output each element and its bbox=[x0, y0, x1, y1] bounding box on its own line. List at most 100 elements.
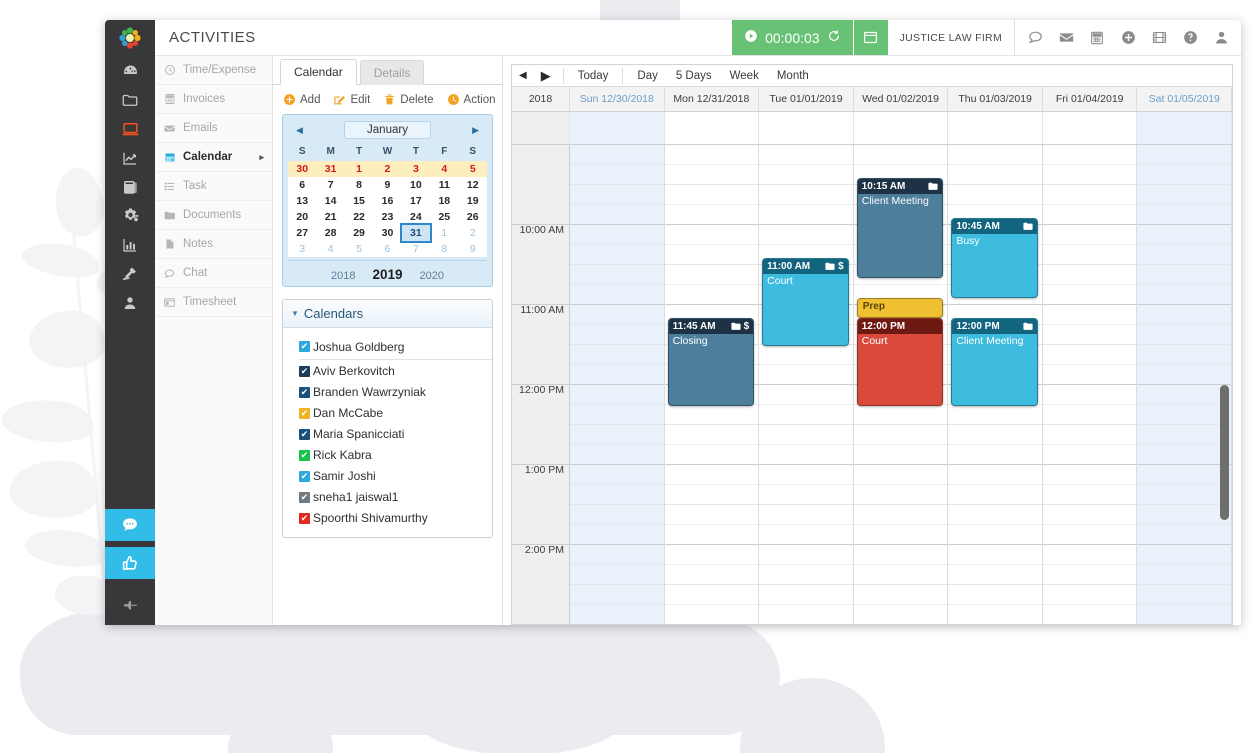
quarter-slot[interactable] bbox=[1042, 245, 1137, 266]
quarter-slot[interactable] bbox=[759, 605, 853, 624]
quarter-slot[interactable] bbox=[1137, 585, 1232, 606]
calendar-event[interactable]: 12:00 PM Court bbox=[856, 318, 944, 407]
dashboard-icon[interactable] bbox=[105, 56, 155, 85]
calendar-list-item[interactable]: ✔ Joshua Goldberg bbox=[299, 336, 492, 360]
hour-block[interactable] bbox=[759, 545, 853, 624]
calendar-checkbox[interactable]: ✔ bbox=[299, 428, 310, 440]
nav-item-timesheet[interactable]: Timesheet bbox=[155, 288, 272, 317]
mini-calendar-day[interactable]: 7 bbox=[401, 241, 431, 257]
mini-calendar-day[interactable]: 12 bbox=[458, 177, 487, 193]
quarter-slot[interactable] bbox=[1042, 405, 1137, 426]
quarter-slot[interactable] bbox=[1137, 385, 1232, 406]
quarter-slot[interactable] bbox=[948, 485, 1042, 506]
quarter-slot[interactable] bbox=[854, 525, 948, 545]
all-day-cell[interactable] bbox=[948, 112, 1043, 145]
calendar-list-item[interactable]: ✔ Branden Wawrzyniak bbox=[299, 382, 492, 403]
quarter-slot[interactable] bbox=[570, 285, 664, 305]
mini-calendar-day[interactable]: 10 bbox=[401, 177, 431, 193]
calendar-event[interactable]: Prep bbox=[856, 298, 944, 319]
calendar-day-column[interactable] bbox=[1042, 145, 1138, 624]
hour-block[interactable] bbox=[570, 145, 664, 226]
calendar-day-header[interactable]: Sun 12/30/2018 bbox=[570, 87, 665, 112]
quarter-slot[interactable] bbox=[759, 345, 853, 366]
calendar-day-header[interactable]: Wed 01/02/2019 bbox=[853, 87, 949, 112]
calendar-list-item[interactable]: ✔ Dan McCabe bbox=[299, 403, 492, 424]
quarter-slot[interactable] bbox=[664, 505, 759, 526]
quarter-slot[interactable] bbox=[1137, 205, 1231, 225]
view-month-button[interactable]: Month bbox=[768, 70, 818, 82]
quarter-slot[interactable] bbox=[570, 525, 664, 545]
calendar-day-column[interactable]: 10:15 AM Client Meeting Prep 12:00 PM Court bbox=[853, 145, 949, 624]
mini-calendar-day[interactable]: 6 bbox=[288, 177, 317, 193]
mini-calendar-day[interactable]: 6 bbox=[373, 241, 402, 257]
calendar-day-header[interactable]: Fri 01/04/2019 bbox=[1042, 87, 1138, 112]
hour-block[interactable] bbox=[1042, 305, 1137, 386]
calendar-list-item[interactable]: ✔ Rick Kabra bbox=[299, 445, 492, 466]
quarter-slot[interactable] bbox=[570, 465, 664, 486]
all-day-cell[interactable] bbox=[1042, 112, 1138, 145]
gavel-icon[interactable] bbox=[105, 259, 155, 288]
quarter-slot[interactable] bbox=[1043, 205, 1137, 225]
nav-item-documents[interactable]: Documents bbox=[155, 201, 272, 230]
quarter-slot[interactable] bbox=[759, 505, 853, 526]
calendar-day-column[interactable] bbox=[570, 145, 665, 624]
quarter-slot[interactable] bbox=[665, 285, 759, 305]
calendar-checkbox[interactable]: ✔ bbox=[299, 386, 310, 398]
mail-icon[interactable] bbox=[1052, 20, 1080, 56]
quarter-slot[interactable] bbox=[853, 585, 948, 606]
calendar-day-header[interactable]: Sat 01/05/2019 bbox=[1137, 87, 1233, 112]
quarter-slot[interactable] bbox=[570, 265, 664, 286]
mini-calendar-day[interactable]: 30 bbox=[373, 225, 402, 241]
quarter-slot[interactable] bbox=[759, 585, 853, 606]
mini-calendar-day[interactable]: 19 bbox=[458, 193, 487, 209]
hour-block[interactable] bbox=[948, 545, 1042, 624]
quarter-slot[interactable] bbox=[570, 305, 664, 326]
hour-block[interactable] bbox=[759, 465, 853, 546]
quarter-slot[interactable] bbox=[948, 185, 1042, 206]
calendar-list-item[interactable]: ✔ Maria Spanicciati bbox=[299, 424, 492, 445]
nav-item-notes[interactable]: Notes bbox=[155, 230, 272, 259]
quarter-slot[interactable] bbox=[948, 405, 1042, 426]
today-button[interactable]: Today bbox=[569, 70, 618, 82]
quarter-slot[interactable] bbox=[759, 385, 853, 406]
mini-calendar-day[interactable]: 21 bbox=[316, 209, 345, 225]
quarter-slot[interactable] bbox=[570, 585, 664, 606]
quarter-slot[interactable] bbox=[570, 365, 664, 385]
add-button[interactable]: Add bbox=[283, 93, 320, 106]
calendar-day-header[interactable]: Tue 01/01/2019 bbox=[759, 87, 854, 112]
quarter-slot[interactable] bbox=[1137, 225, 1232, 246]
calendar-checkbox[interactable]: ✔ bbox=[299, 365, 310, 377]
mini-calendar-day[interactable]: 23 bbox=[373, 209, 402, 225]
quarter-slot[interactable] bbox=[665, 525, 759, 545]
calendar-day-header[interactable]: Mon 12/31/2018 bbox=[664, 87, 760, 112]
quarter-slot[interactable] bbox=[1137, 405, 1232, 426]
quarter-slot[interactable] bbox=[759, 565, 853, 586]
quarter-slot[interactable] bbox=[1042, 485, 1137, 506]
quarter-slot[interactable] bbox=[948, 525, 1042, 545]
quarter-slot[interactable] bbox=[1137, 345, 1232, 366]
hour-block[interactable] bbox=[570, 305, 664, 386]
chat-bubble-icon[interactable] bbox=[105, 509, 155, 541]
quarter-slot[interactable] bbox=[665, 205, 759, 225]
quarter-slot[interactable] bbox=[948, 425, 1042, 446]
quarter-slot[interactable] bbox=[1042, 465, 1137, 486]
quarter-slot[interactable] bbox=[570, 605, 664, 624]
nav-item-chat[interactable]: Chat bbox=[155, 259, 272, 288]
quarter-slot[interactable] bbox=[948, 505, 1042, 526]
quarter-slot[interactable] bbox=[1043, 445, 1137, 465]
quarter-slot[interactable] bbox=[570, 185, 664, 206]
hour-block[interactable] bbox=[664, 545, 759, 624]
calendar-list-item[interactable]: ✔ Samir Joshi bbox=[299, 466, 492, 487]
calendar-event[interactable]: 11:00 AM $ Court bbox=[762, 258, 849, 347]
hour-block[interactable] bbox=[1137, 465, 1232, 546]
quarter-slot[interactable] bbox=[570, 245, 664, 266]
hour-block[interactable] bbox=[664, 225, 759, 306]
view-day-button[interactable]: Day bbox=[628, 70, 666, 82]
bar-chart-icon[interactable] bbox=[105, 230, 155, 259]
hour-block[interactable] bbox=[570, 385, 664, 466]
quarter-slot[interactable] bbox=[664, 185, 759, 206]
quarter-slot[interactable] bbox=[1043, 605, 1137, 624]
quarter-slot[interactable] bbox=[759, 465, 853, 486]
quarter-slot[interactable] bbox=[1137, 485, 1232, 506]
calendar-day-column[interactable]: 11:00 AM $ Court bbox=[759, 145, 854, 624]
